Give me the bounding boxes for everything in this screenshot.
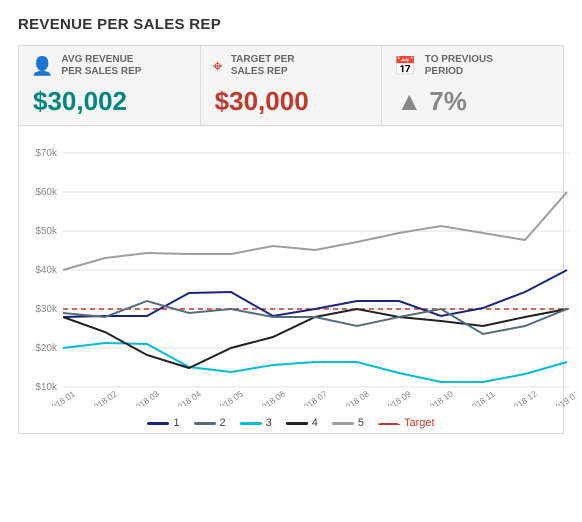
legend-line-3 — [240, 422, 262, 425]
kpi-value-previous: ▲ 7% — [396, 86, 467, 117]
kpi-label-target: TARGET PERSALES REP — [231, 54, 295, 78]
kpi-value-avg: $30,002 — [33, 86, 127, 117]
calendar-icon: 📅 — [394, 56, 416, 77]
svg-text:2018 04: 2018 04 — [172, 388, 203, 406]
legend-label-1: 1 — [173, 417, 179, 429]
kpi-avg-revenue: 👤 AVG REVENUEPER SALES REP $30,002 — [19, 46, 201, 125]
legend-line-1 — [147, 422, 169, 425]
legend-line-5 — [332, 422, 354, 425]
legend-label-4: 4 — [312, 417, 318, 429]
legend-line-target — [378, 423, 400, 425]
chart-legend: 1 2 3 4 5 Target — [29, 417, 553, 429]
legend-label-2: 2 — [220, 417, 226, 429]
svg-text:$40k: $40k — [35, 265, 58, 276]
kpi-header-target: ⌖ TARGET PERSALES REP — [213, 54, 295, 78]
svg-text:2018 02: 2018 02 — [88, 388, 119, 406]
legend-line-2 — [194, 422, 216, 425]
svg-text:$70k: $70k — [35, 148, 58, 159]
page-title: REVENUE PER SALES REP — [18, 16, 564, 33]
legend-item-5: 5 — [332, 417, 364, 429]
svg-text:2018 03: 2018 03 — [130, 388, 161, 406]
legend-label-target: Target — [404, 417, 435, 429]
kpi-previous: 📅 TO PREVIOUSPERIOD ▲ 7% — [382, 46, 563, 125]
svg-text:2018 08: 2018 08 — [340, 388, 371, 406]
legend-item-1: 1 — [147, 417, 179, 429]
svg-text:2018 10: 2018 10 — [424, 388, 455, 406]
svg-text:$10k: $10k — [35, 382, 58, 393]
kpi-header-avg: 👤 AVG REVENUEPER SALES REP — [31, 54, 141, 78]
legend-item-target: Target — [378, 417, 435, 429]
kpi-value-target: $30,000 — [215, 86, 309, 117]
kpi-row: 👤 AVG REVENUEPER SALES REP $30,002 ⌖ TAR… — [18, 45, 564, 126]
legend-line-4 — [286, 422, 308, 425]
svg-text:2018 07: 2018 07 — [298, 388, 329, 406]
svg-text:$60k: $60k — [35, 187, 58, 198]
svg-text:2018 09: 2018 09 — [382, 388, 413, 406]
chart-area: $70k $60k $50k $40k $30k $20k $10k 2018 … — [18, 126, 564, 434]
chart-svg-wrap: $70k $60k $50k $40k $30k $20k $10k 2018 … — [29, 136, 553, 411]
svg-text:2018 05: 2018 05 — [214, 388, 245, 406]
svg-text:2018 11: 2018 11 — [466, 389, 497, 406]
legend-item-4: 4 — [286, 417, 318, 429]
person-icon: 👤 — [31, 56, 53, 77]
legend-item-3: 3 — [240, 417, 272, 429]
svg-text:$30k: $30k — [35, 304, 58, 315]
kpi-label-avg: AVG REVENUEPER SALES REP — [61, 54, 141, 78]
legend-label-3: 3 — [266, 417, 272, 429]
svg-text:$20k: $20k — [35, 343, 58, 354]
svg-text:$50k: $50k — [35, 226, 58, 237]
target-icon: ⌖ — [213, 56, 223, 77]
svg-text:2018 06: 2018 06 — [256, 388, 287, 406]
main-container: REVENUE PER SALES REP 👤 AVG REVENUEPER S… — [0, 0, 582, 444]
chart-svg: $70k $60k $50k $40k $30k $20k $10k 2018 … — [29, 136, 575, 406]
svg-text:2019 01: 2019 01 — [550, 388, 575, 406]
kpi-header-previous: 📅 TO PREVIOUSPERIOD — [394, 54, 493, 78]
kpi-target: ⌖ TARGET PERSALES REP $30,000 — [201, 46, 383, 125]
legend-item-2: 2 — [194, 417, 226, 429]
legend-label-5: 5 — [358, 417, 364, 429]
svg-text:2018 12: 2018 12 — [508, 388, 539, 406]
kpi-label-previous: TO PREVIOUSPERIOD — [425, 54, 493, 78]
